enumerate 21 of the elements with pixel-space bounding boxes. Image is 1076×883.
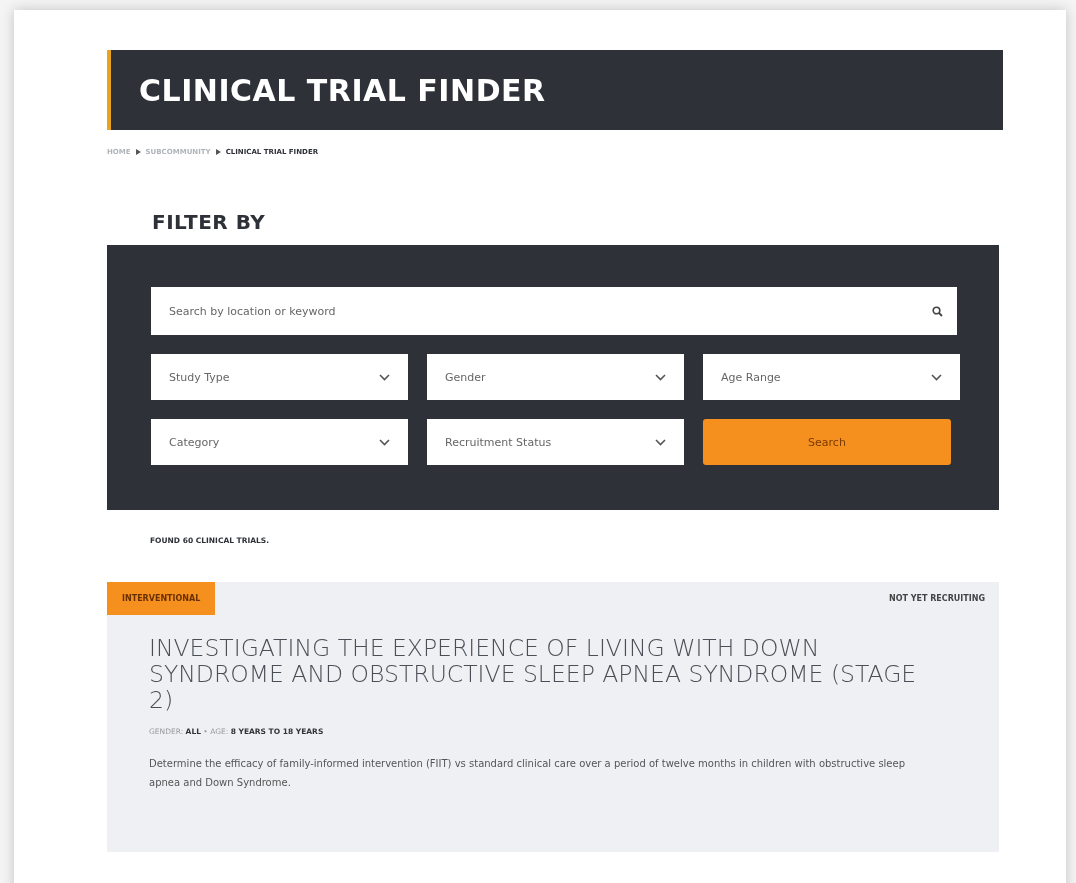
trial-description: Determine the efficacy of family-informed intervention (FIIT) vs standard clinical care over a period of twelve months in children with obstructive sleep apnea and Down Syndrome. (149, 757, 906, 790)
filter-heading: FILTER BY (152, 210, 267, 236)
dropdown-select[interactable]: Gender (427, 354, 684, 400)
search-icon (932, 306, 943, 317)
dropdown-select[interactable]: Study Type (151, 354, 408, 400)
study-type-badge: INTERVENTIONAL (107, 582, 216, 615)
chevron-down-icon (655, 438, 666, 446)
dropdown-select[interactable]: Recruitment Status (427, 419, 684, 465)
search-button[interactable]: Search (703, 419, 951, 465)
breadcrumb-separator-icon (135, 149, 141, 155)
dropdown-select[interactable]: Age Range (703, 354, 960, 400)
trial-title[interactable]: INVESTIGATING THE EXPERIENCE OF LIVING WITH DOWN SYNDROME AND OBSTRUCTIVE SLEEP APNEA SYNDROME (STAGE 2) (149, 635, 939, 713)
search-field[interactable]: Search by location or keyword (151, 287, 957, 335)
chevron-down-icon (379, 373, 390, 381)
chevron-down-icon (379, 438, 390, 446)
dropdown-select[interactable]: Category (151, 419, 408, 465)
breadcrumb-separator-icon (215, 149, 221, 155)
chevron-down-icon (655, 373, 666, 381)
chevron-down-icon (931, 373, 942, 381)
page-title: CLINICAL TRIAL FINDER (139, 72, 546, 108)
recruitment-status: NOT YET RECRUITING (888, 594, 985, 603)
